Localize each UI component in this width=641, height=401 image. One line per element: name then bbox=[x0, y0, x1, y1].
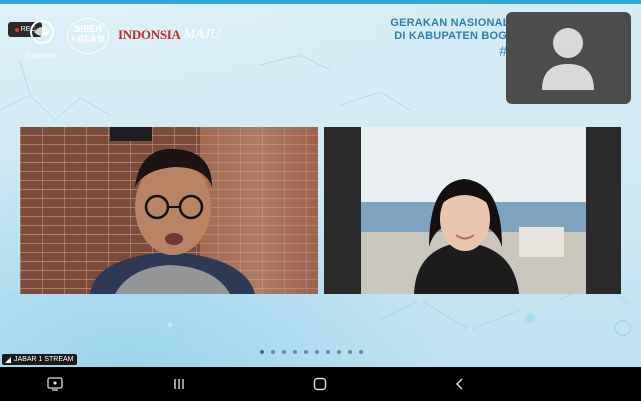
carousel-dot[interactable] bbox=[359, 350, 363, 354]
carousel-dot[interactable] bbox=[326, 350, 330, 354]
speaker-figure bbox=[324, 127, 621, 294]
indonesia-text: INDONSIA bbox=[118, 27, 181, 42]
stream-label-text: JABAR 1 STREAM bbox=[14, 356, 74, 363]
kominfo-logo: KOMINFO bbox=[22, 18, 62, 60]
carousel-indicator bbox=[260, 350, 363, 354]
back-button[interactable] bbox=[450, 374, 470, 394]
screenshot-icon bbox=[47, 377, 63, 391]
kreasi-text: KREASI bbox=[70, 34, 105, 44]
recent-apps-icon bbox=[174, 379, 184, 389]
speaker-figure bbox=[90, 148, 255, 294]
carousel-dot[interactable] bbox=[337, 350, 341, 354]
signal-icon bbox=[5, 356, 11, 363]
screenshot-button[interactable] bbox=[45, 374, 65, 394]
carousel-dot[interactable] bbox=[293, 350, 297, 354]
carousel-dot[interactable] bbox=[348, 350, 352, 354]
carousel-dot[interactable] bbox=[304, 350, 308, 354]
back-icon bbox=[455, 378, 463, 390]
stream-source-label: JABAR 1 STREAM bbox=[2, 354, 77, 365]
kominfo-label: KOMINFO bbox=[27, 54, 57, 60]
speaker-video-left[interactable] bbox=[20, 127, 318, 294]
home-button[interactable] bbox=[310, 374, 330, 394]
speaker-video-right[interactable] bbox=[324, 127, 621, 294]
kominfo-emblem-icon bbox=[30, 20, 54, 44]
recent-apps-button[interactable] bbox=[169, 374, 189, 394]
user-avatar-icon bbox=[542, 28, 594, 90]
lightbulb-icon bbox=[615, 320, 631, 336]
presentation-stage: REC KOMINFO SIBER KREASI INDONSIA MAJU G… bbox=[0, 0, 641, 367]
home-icon bbox=[313, 377, 327, 391]
carousel-dot[interactable] bbox=[282, 350, 286, 354]
record-dot-icon bbox=[14, 27, 19, 32]
siber-text: SIBER bbox=[74, 24, 102, 34]
carousel-dot[interactable] bbox=[260, 350, 264, 354]
maju-text: MAJU bbox=[183, 27, 221, 42]
android-navigation-bar bbox=[0, 367, 641, 401]
indonesia-maju-logo: INDONSIA MAJU bbox=[118, 26, 220, 44]
carousel-dot[interactable] bbox=[315, 350, 319, 354]
siberkreasi-logo: SIBER KREASI bbox=[65, 18, 111, 54]
self-video-tile[interactable] bbox=[506, 12, 631, 104]
carousel-dot[interactable] bbox=[271, 350, 275, 354]
